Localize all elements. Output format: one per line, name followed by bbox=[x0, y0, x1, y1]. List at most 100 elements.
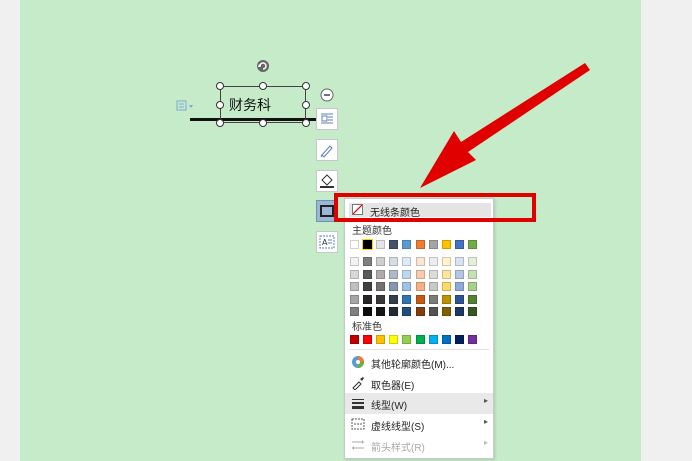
collapse-toolbar-icon[interactable] bbox=[320, 88, 334, 102]
standard-color-swatch[interactable] bbox=[350, 335, 359, 344]
theme-shade-swatch[interactable] bbox=[468, 257, 477, 266]
theme-shade-swatch[interactable] bbox=[389, 257, 398, 266]
resize-handle-left[interactable] bbox=[216, 101, 224, 109]
theme-shade-swatch[interactable] bbox=[468, 294, 477, 304]
theme-shade-swatch[interactable] bbox=[350, 257, 359, 266]
text-box-tool-button[interactable]: A bbox=[316, 231, 338, 253]
standard-color-swatch[interactable] bbox=[389, 335, 398, 344]
theme-shade-swatch[interactable] bbox=[389, 269, 398, 279]
theme-shade-swatch[interactable] bbox=[363, 282, 372, 291]
menu-item-label: 线型(W) bbox=[371, 401, 408, 412]
theme-shade-swatch[interactable] bbox=[402, 269, 411, 279]
theme-shade-swatch[interactable] bbox=[416, 282, 425, 291]
theme-shade-swatch[interactable] bbox=[455, 307, 464, 316]
pen-tool-button[interactable] bbox=[316, 139, 338, 161]
resize-handle-top[interactable] bbox=[259, 82, 267, 90]
theme-shade-swatch[interactable] bbox=[363, 269, 372, 279]
theme-shade-swatch[interactable] bbox=[442, 269, 451, 279]
theme-shade-swatch[interactable] bbox=[402, 282, 411, 291]
theme-shade-swatch[interactable] bbox=[389, 294, 398, 304]
menu-item[interactable]: 其他轮廓颜色(M)... bbox=[345, 352, 493, 373]
theme-color-swatch[interactable] bbox=[402, 240, 411, 249]
menu-item[interactable]: 取色器(E) bbox=[345, 373, 493, 394]
menu-item-label: 箭头样式(R) bbox=[371, 443, 425, 454]
theme-shade-swatch[interactable] bbox=[416, 269, 425, 279]
theme-shade-swatch[interactable] bbox=[350, 282, 359, 291]
theme-color-swatch[interactable] bbox=[455, 240, 464, 249]
theme-shade-swatch[interactable] bbox=[389, 282, 398, 291]
text-wrap-icon bbox=[321, 113, 333, 124]
theme-shade-swatch[interactable] bbox=[468, 307, 477, 316]
theme-shade-swatch[interactable] bbox=[468, 269, 477, 279]
theme-shade-swatch[interactable] bbox=[442, 282, 451, 291]
shape-outline-icon bbox=[320, 205, 334, 217]
dash-type-icon bbox=[351, 417, 365, 431]
theme-shade-swatch[interactable] bbox=[363, 294, 372, 304]
theme-shade-swatch[interactable] bbox=[350, 269, 359, 279]
menu-item-label: 虚线线型(S) bbox=[371, 422, 425, 433]
theme-shade-swatch[interactable] bbox=[376, 269, 385, 279]
theme-shade-swatch[interactable] bbox=[376, 257, 385, 266]
menu-item[interactable]: 虚线线型(S) ▸ bbox=[345, 414, 493, 435]
theme-shade-swatch[interactable] bbox=[429, 282, 438, 291]
theme-color-swatch[interactable] bbox=[350, 240, 359, 249]
theme-shade-swatch[interactable] bbox=[402, 307, 411, 316]
theme-shade-swatch[interactable] bbox=[455, 257, 464, 266]
fill-tool-button[interactable] bbox=[316, 170, 338, 192]
theme-color-swatch[interactable] bbox=[376, 240, 385, 249]
theme-color-swatch[interactable] bbox=[389, 240, 398, 249]
theme-shade-swatch[interactable] bbox=[416, 307, 425, 316]
theme-shade-swatch[interactable] bbox=[442, 294, 451, 304]
theme-shade-swatch[interactable] bbox=[468, 282, 477, 291]
theme-shade-swatch[interactable] bbox=[429, 307, 438, 316]
text-box[interactable]: 财务科 bbox=[220, 86, 306, 123]
theme-color-swatch[interactable] bbox=[429, 240, 438, 249]
theme-shade-swatch[interactable] bbox=[429, 269, 438, 279]
resize-handle-bottom-left[interactable] bbox=[216, 119, 224, 127]
standard-color-swatch[interactable] bbox=[363, 335, 372, 344]
theme-color-swatch[interactable] bbox=[416, 240, 425, 249]
theme-shade-swatch[interactable] bbox=[442, 307, 451, 316]
layout-options-button[interactable] bbox=[316, 108, 338, 130]
standard-color-swatch[interactable] bbox=[416, 335, 425, 344]
theme-shade-swatch[interactable] bbox=[350, 294, 359, 304]
resize-handle-bottom-right[interactable] bbox=[302, 119, 310, 127]
theme-color-swatch[interactable] bbox=[442, 240, 451, 249]
standard-color-swatch[interactable] bbox=[468, 335, 477, 344]
standard-color-swatch[interactable] bbox=[429, 335, 438, 344]
theme-shade-swatch[interactable] bbox=[363, 307, 372, 316]
theme-shade-swatch[interactable] bbox=[350, 307, 359, 316]
theme-shade-swatch[interactable] bbox=[376, 282, 385, 291]
theme-shade-swatch[interactable] bbox=[455, 294, 464, 304]
standard-color-swatch[interactable] bbox=[402, 335, 411, 344]
theme-color-swatch[interactable] bbox=[362, 239, 373, 250]
theme-shade-swatch[interactable] bbox=[429, 294, 438, 304]
resize-handle-top-left[interactable] bbox=[216, 82, 224, 90]
resize-handle-right[interactable] bbox=[302, 101, 310, 109]
resize-handle-top-right[interactable] bbox=[302, 82, 310, 90]
theme-shade-swatch[interactable] bbox=[429, 257, 438, 266]
theme-shade-swatch[interactable] bbox=[402, 294, 411, 304]
theme-shade-swatch[interactable] bbox=[402, 257, 411, 266]
theme-shade-swatch[interactable] bbox=[442, 257, 451, 266]
theme-shade-swatch[interactable] bbox=[389, 307, 398, 316]
standard-color-swatch[interactable] bbox=[442, 335, 451, 344]
theme-shade-swatch[interactable] bbox=[363, 257, 372, 266]
highlight-box bbox=[334, 193, 536, 222]
standard-color-swatch[interactable] bbox=[376, 335, 385, 344]
text-box-content[interactable]: 财务科 bbox=[229, 95, 271, 115]
theme-shade-swatch[interactable] bbox=[376, 307, 385, 316]
standard-color-swatch[interactable] bbox=[455, 335, 464, 344]
arrow-style-icon bbox=[351, 438, 365, 452]
anchor-icon[interactable] bbox=[176, 100, 194, 112]
theme-shade-swatch[interactable] bbox=[455, 269, 464, 279]
theme-shade-swatch[interactable] bbox=[416, 294, 425, 304]
menu-item[interactable]: 线型(W) ▸ bbox=[345, 393, 493, 414]
rotate-handle-icon[interactable] bbox=[256, 59, 270, 73]
theme-color-swatch[interactable] bbox=[468, 240, 477, 249]
theme-shade-swatch[interactable] bbox=[376, 294, 385, 304]
resize-handle-bottom[interactable] bbox=[259, 119, 267, 127]
eyedropper-icon bbox=[351, 376, 365, 391]
theme-shade-swatch[interactable] bbox=[455, 282, 464, 291]
theme-shade-swatch[interactable] bbox=[416, 257, 425, 266]
